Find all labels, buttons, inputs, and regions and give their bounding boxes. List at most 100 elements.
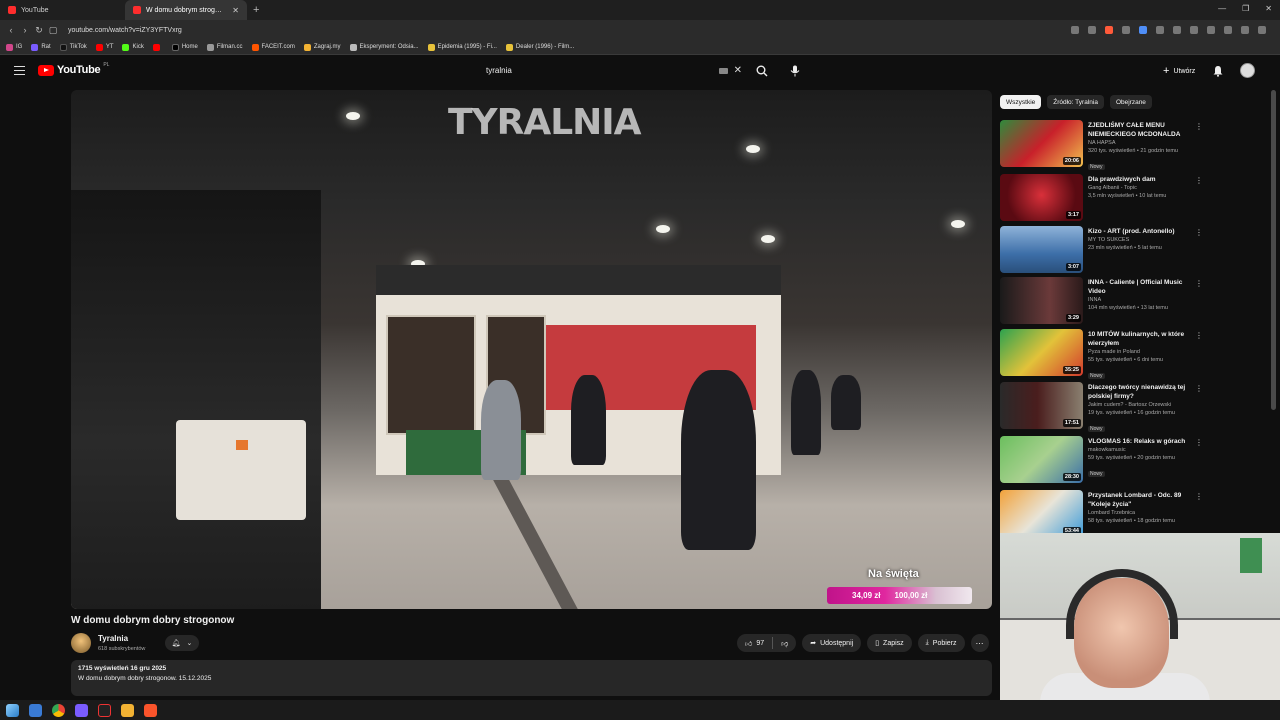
- keyboard-icon[interactable]: [718, 67, 728, 74]
- bookmark-page-icon[interactable]: ▢: [46, 25, 60, 36]
- extension-icon[interactable]: [1173, 26, 1181, 34]
- bookmark-item[interactable]: Kick: [122, 43, 144, 51]
- bookmark-item[interactable]: Epidemia (1995) - Fi...: [427, 43, 497, 51]
- video-thumbnail[interactable]: 28:30: [1000, 436, 1083, 483]
- bookmark-item[interactable]: Home: [171, 43, 198, 51]
- forward-icon[interactable]: ›: [18, 25, 32, 35]
- like-dislike-button[interactable]: 👍︎ 97 👎︎: [737, 634, 797, 652]
- recommended-video[interactable]: 20:06 ZJEDLIŚMY CAŁE MENU NIEMIECKIEGO M…: [1000, 120, 1205, 170]
- recommended-video[interactable]: 17:51 Dlaczego twórcy nienawidzą tej pol…: [1000, 382, 1205, 432]
- share-button[interactable]: ➦ Udostępnij: [802, 634, 862, 652]
- back-icon[interactable]: ‹: [4, 25, 18, 35]
- playlist-icon[interactable]: [1241, 26, 1249, 34]
- chip-watched[interactable]: Obejrzane: [1109, 95, 1152, 109]
- app-icon[interactable]: [98, 703, 111, 717]
- recommended-video[interactable]: 3:29 INNA - Caliente | Official Music Vi…: [1000, 277, 1205, 325]
- chip-all[interactable]: Wszystkie: [1000, 95, 1042, 109]
- create-button[interactable]: + Utwórz: [1155, 62, 1203, 80]
- video-thumbnail[interactable]: 3:17: [1000, 174, 1083, 221]
- save-button[interactable]: ▯ Zapisz: [867, 634, 912, 652]
- recommended-video[interactable]: 3:07 Kizo - ART (prod. Antonello) MY TO S…: [1000, 226, 1205, 274]
- search-query[interactable]: tyralnia: [486, 66, 719, 75]
- extension-icon[interactable]: [1156, 26, 1164, 34]
- more-options-icon[interactable]: ⋮: [1195, 492, 1203, 501]
- share-icon[interactable]: [1088, 26, 1096, 34]
- bookmark-item[interactable]: YT: [95, 43, 113, 51]
- bookmark-item[interactable]: Dealer (1996) - Film...: [505, 43, 574, 51]
- extension-icon[interactable]: [1139, 26, 1147, 34]
- more-options-icon[interactable]: ⋮: [1195, 228, 1203, 237]
- clear-search-icon[interactable]: ✕: [734, 65, 742, 76]
- video-thumbnail[interactable]: 3:29: [1000, 277, 1083, 324]
- more-options-icon[interactable]: ⋮: [1195, 331, 1203, 340]
- address-bar[interactable]: youtube.com/watch?v=iZY3YFTVxrg: [68, 27, 1071, 34]
- channel-avatar[interactable]: [71, 633, 91, 653]
- close-window-icon[interactable]: ✕: [1265, 4, 1272, 13]
- subscription-bell-button[interactable]: 🔔︎ ⌄: [165, 635, 199, 651]
- windows-start-icon[interactable]: [6, 703, 19, 717]
- tab-youtube[interactable]: YouTube: [0, 0, 125, 20]
- bookmark-item[interactable]: TikTok: [59, 43, 87, 51]
- download-icon: ⤓: [925, 639, 929, 646]
- description-box[interactable]: 1715 wyświetleń 16 gru 2025 W domu dobry…: [71, 660, 992, 696]
- bookmark-item[interactable]: FACEIT.com: [251, 43, 295, 51]
- maximize-icon[interactable]: ❐: [1242, 4, 1249, 13]
- notifications-button[interactable]: [1212, 64, 1224, 77]
- chip-source[interactable]: Źródło: Tyralnia: [1047, 95, 1104, 109]
- video-thumbnail[interactable]: 17:51: [1000, 382, 1083, 429]
- app-icon[interactable]: [75, 703, 88, 717]
- app-icon[interactable]: [29, 703, 42, 717]
- youtube-play-icon: [38, 64, 54, 76]
- more-actions-icon[interactable]: ⋯: [970, 634, 989, 652]
- recommended-video[interactable]: 35:25 10 MITÓW kulinarnych, w które wier…: [1000, 329, 1205, 379]
- extension-icon[interactable]: [1190, 26, 1198, 34]
- video-thumbnail[interactable]: 20:06: [1000, 120, 1083, 167]
- download-icon[interactable]: [1207, 26, 1215, 34]
- more-options-icon[interactable]: ⋮: [1195, 384, 1203, 393]
- rewards-icon[interactable]: [1122, 26, 1130, 34]
- bookmark-item[interactable]: Filman.cc: [206, 43, 243, 51]
- video-actions: 👍︎ 97 👎︎ ➦ Udostępnij ▯ Zapisz ⤓ Pobierz…: [737, 634, 989, 652]
- tab-current-video[interactable]: W domu dobrym strog… ✕: [125, 0, 247, 20]
- bookmark-item[interactable]: Eksperyment: Odsia...: [349, 43, 419, 51]
- hamburger-menu-icon[interactable]: [14, 66, 25, 75]
- app-icon[interactable]: [121, 703, 134, 717]
- reload-icon[interactable]: ↻: [32, 25, 46, 36]
- menu-icon[interactable]: [1258, 26, 1266, 34]
- recommended-video[interactable]: 3:17 Dla prawdziwych dam Gang Albanii - T…: [1000, 174, 1205, 222]
- more-options-icon[interactable]: ⋮: [1195, 438, 1203, 447]
- minimize-icon[interactable]: —: [1218, 4, 1226, 13]
- channel-name[interactable]: Tyralnia: [98, 634, 128, 643]
- tab-close-icon[interactable]: ✕: [232, 6, 239, 15]
- cast-icon[interactable]: [1071, 26, 1079, 34]
- brave-shield-icon[interactable]: [1105, 26, 1113, 34]
- download-button[interactable]: ⤓ Pobierz: [917, 634, 965, 652]
- bookmark-item[interactable]: IG: [6, 43, 22, 51]
- bookmark-item[interactable]: [152, 43, 163, 51]
- link-icon[interactable]: [1224, 26, 1232, 34]
- search-input[interactable]: tyralnia ✕: [479, 61, 746, 80]
- sidebar-scrollbar[interactable]: [1271, 90, 1276, 410]
- search-button[interactable]: [752, 61, 772, 80]
- chrome-icon[interactable]: [52, 703, 65, 717]
- thumbs-up-icon[interactable]: 👍︎: [745, 639, 752, 648]
- video-thumbnail[interactable]: 53:44: [1000, 490, 1083, 537]
- more-options-icon[interactable]: ⋮: [1195, 176, 1203, 185]
- bookmark-item[interactable]: Rat: [31, 43, 51, 51]
- bookmark-item[interactable]: Zagraj.my: [303, 43, 341, 51]
- x-icon: [171, 43, 179, 51]
- video-thumbnail[interactable]: 3:07: [1000, 226, 1083, 273]
- more-options-icon[interactable]: ⋮: [1195, 122, 1203, 131]
- video-thumbnail[interactable]: 35:25: [1000, 329, 1083, 376]
- video-player[interactable]: TYRALNIA Na święta 34,09 zł 100,00 zł: [71, 90, 992, 609]
- new-tab-icon[interactable]: +: [247, 4, 265, 16]
- recommended-video[interactable]: 28:30 VLOGMAS 16: Relaks w górach makowka…: [1000, 436, 1205, 484]
- thumbs-down-icon[interactable]: 👎︎: [781, 639, 788, 648]
- more-options-icon[interactable]: ⋮: [1195, 279, 1203, 288]
- account-avatar[interactable]: [1240, 63, 1255, 78]
- voice-search-button[interactable]: [786, 61, 804, 80]
- youtube-logo[interactable]: YouTube PL: [38, 62, 109, 76]
- youtube-icon: [95, 43, 103, 51]
- recommended-video[interactable]: 53:44 Przystanek Lombard - Odc. 89 "Kole…: [1000, 490, 1205, 538]
- brave-browser-icon[interactable]: [144, 703, 157, 717]
